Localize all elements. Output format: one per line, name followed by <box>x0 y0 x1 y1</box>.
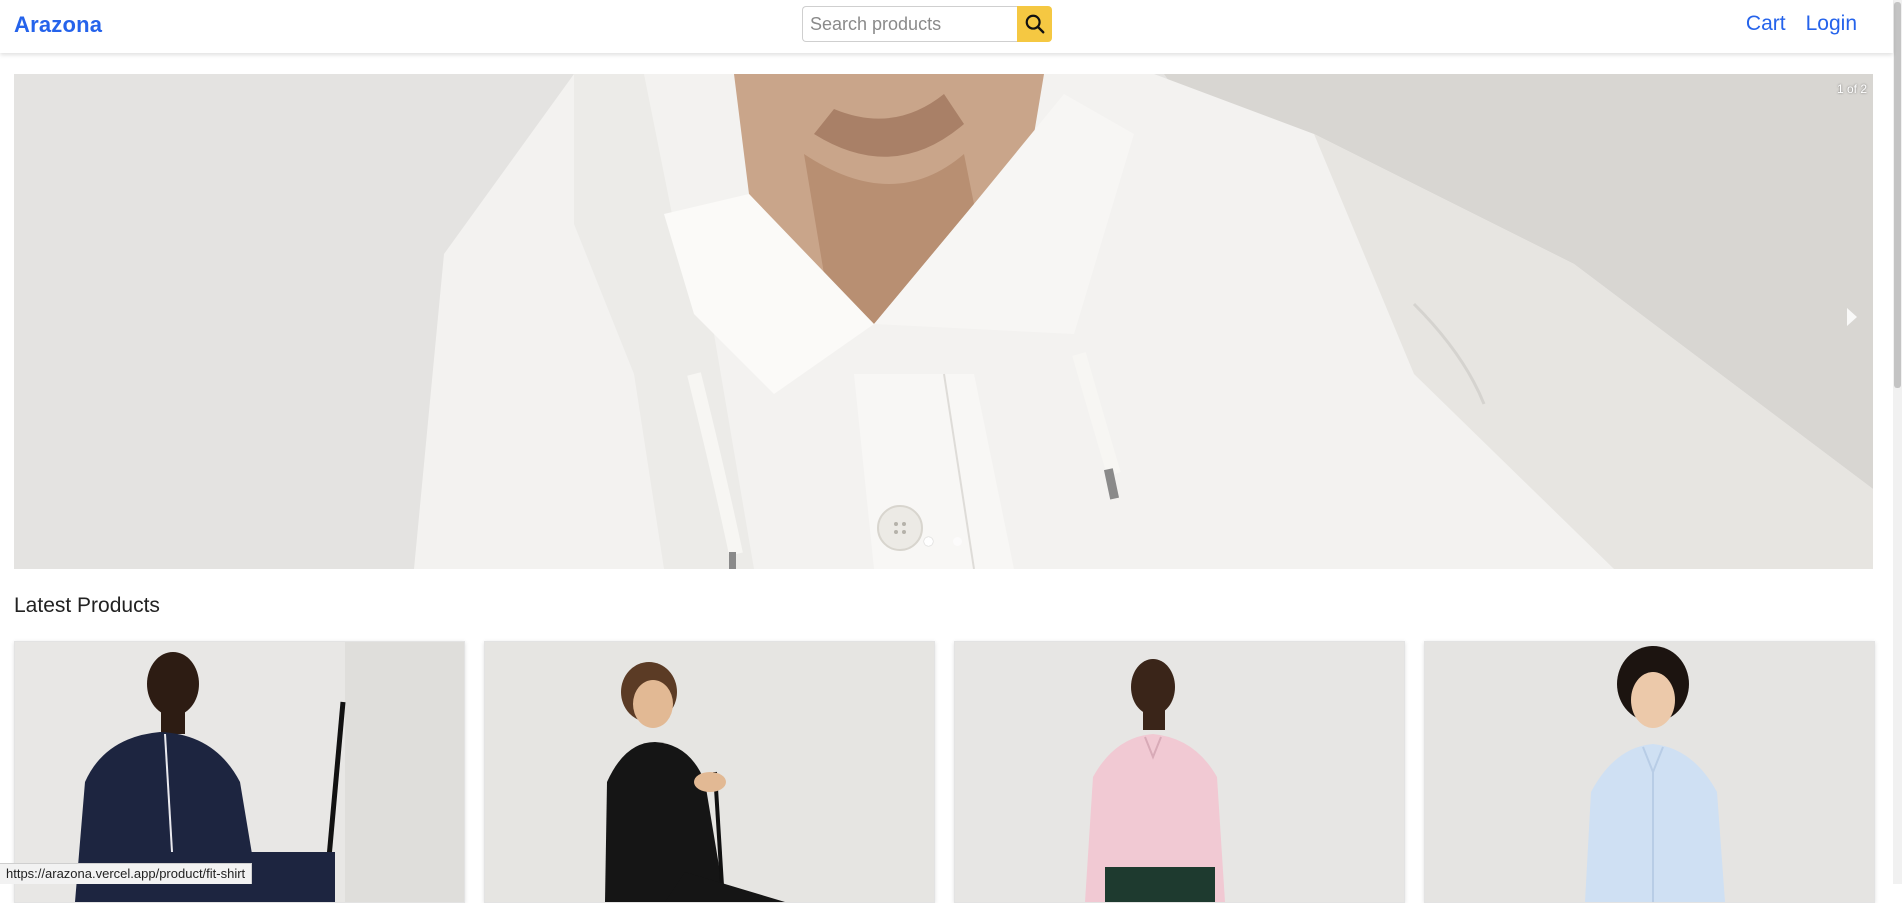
carousel-indicators <box>924 537 962 546</box>
carousel-dot-1[interactable] <box>924 537 933 546</box>
carousel-dot-2[interactable] <box>953 537 962 546</box>
search-button[interactable] <box>1017 6 1052 42</box>
brand-logo-link[interactable]: Arazona <box>14 12 102 38</box>
product-image <box>485 642 934 902</box>
search-icon <box>1025 14 1044 34</box>
hero-carousel: 1 of 2 <box>14 74 1873 569</box>
slide-counter: 1 of 2 <box>1836 82 1867 96</box>
product-image <box>1425 642 1874 902</box>
scrollbar-thumb[interactable] <box>1894 2 1901 388</box>
product-card[interactable] <box>1424 641 1875 903</box>
top-navbar: Arazona Cart Login <box>0 0 1893 53</box>
product-card[interactable] <box>484 641 935 903</box>
section-title-latest-products: Latest Products <box>14 594 160 617</box>
carousel-next-button[interactable] <box>1845 306 1865 336</box>
login-link[interactable]: Login <box>1806 12 1857 36</box>
product-image <box>955 642 1404 902</box>
search-form <box>802 6 1052 42</box>
search-input[interactable] <box>802 6 1017 42</box>
cart-link[interactable]: Cart <box>1746 12 1786 36</box>
nav-links: Cart Login <box>1746 12 1857 36</box>
page-scrollbar[interactable] <box>1893 0 1902 884</box>
chevron-right-icon <box>1847 308 1857 326</box>
hero-slide-image <box>14 74 1873 569</box>
product-card[interactable] <box>954 641 1405 903</box>
link-preview-status-bar: https://arazona.vercel.app/product/fit-s… <box>0 863 253 884</box>
